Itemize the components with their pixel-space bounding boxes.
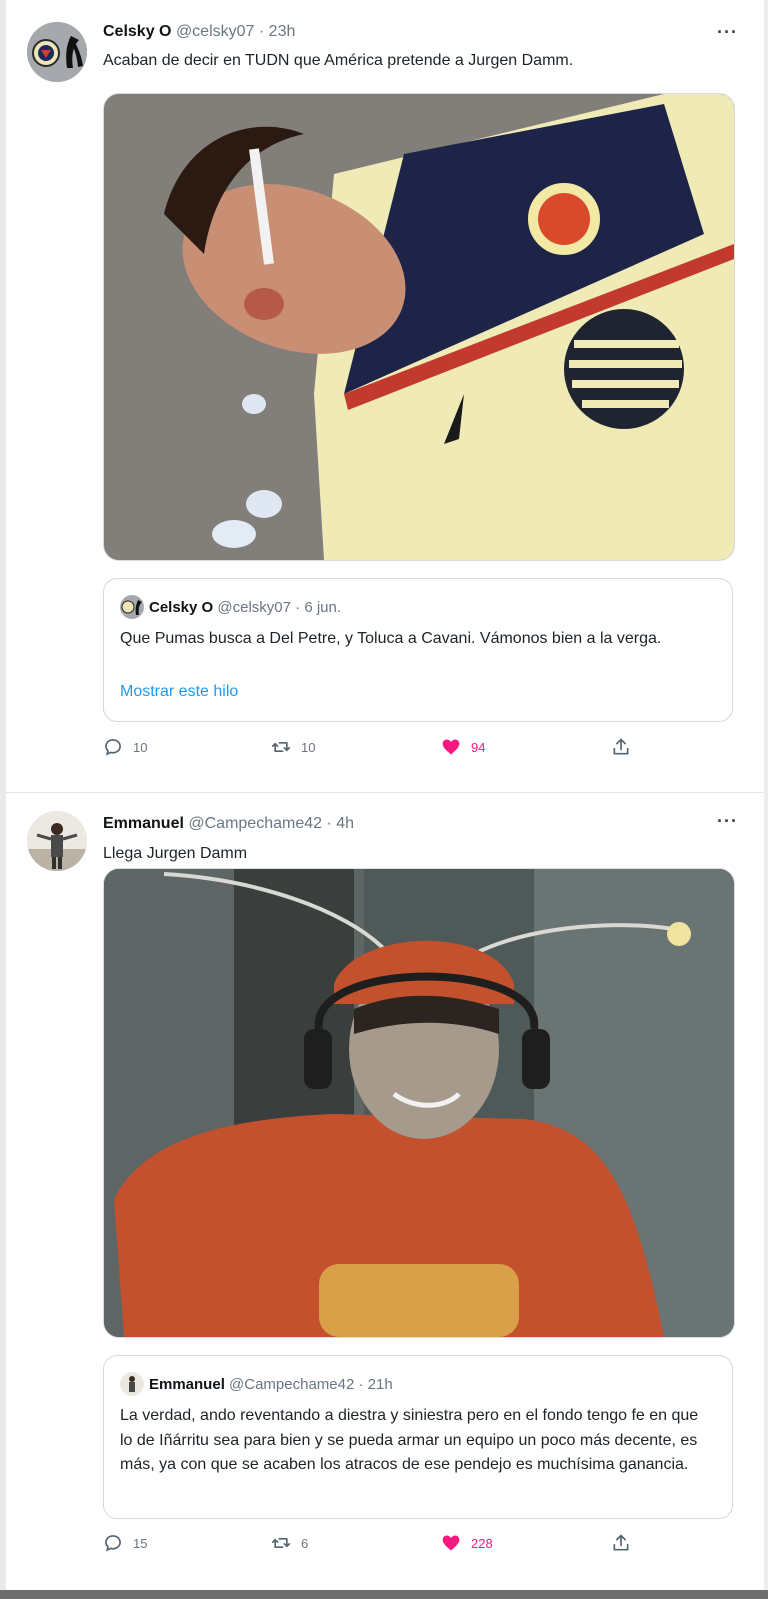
share-button[interactable] xyxy=(611,737,641,757)
reply-count: 10 xyxy=(133,739,148,755)
show-thread-link[interactable]: Mostrar este hilo xyxy=(120,683,238,701)
separator: · xyxy=(358,1375,364,1393)
like-button[interactable]: 94 xyxy=(441,737,485,757)
person-avatar-icon xyxy=(120,1372,144,1396)
tweet-actions: 10 10 94 xyxy=(103,737,663,763)
retweet-button[interactable]: 10 xyxy=(271,737,315,757)
heart-icon xyxy=(442,739,460,755)
avatar xyxy=(120,595,144,619)
heart-icon xyxy=(442,1535,460,1551)
display-name: Emmanuel xyxy=(149,1375,225,1393)
timestamp[interactable]: 23h xyxy=(269,23,296,40)
tweet-photo-image xyxy=(104,94,734,560)
more-options-button[interactable]: ··· xyxy=(717,811,738,832)
tweet-header: Emmanuel @Campechame42 · 4h xyxy=(103,815,354,833)
more-options-button[interactable]: ··· xyxy=(717,22,738,43)
tweet-text: Llega Jurgen Damm xyxy=(103,845,248,862)
avatar xyxy=(120,1372,144,1396)
tweet-actions: 15 6 228 xyxy=(103,1533,663,1559)
reply-icon xyxy=(105,739,121,756)
quoted-tweet[interactable]: Celsky O @celsky07 · 6 jun. Que Pumas bu… xyxy=(103,578,733,722)
display-name: Celsky O xyxy=(149,598,214,616)
display-name[interactable]: Celsky O xyxy=(103,23,171,40)
tweet-header: Celsky O @celsky07 · 23h xyxy=(103,23,295,41)
like-button[interactable]: 228 xyxy=(441,1533,493,1553)
tweet-photo-image xyxy=(104,869,734,1337)
timestamp[interactable]: 4h xyxy=(336,815,354,832)
share-icon xyxy=(613,738,629,755)
user-handle[interactable]: @Campechame42 xyxy=(188,815,322,832)
tweet-text: Acaban de decir en TUDN que América pret… xyxy=(103,52,574,69)
retweet-count: 10 xyxy=(301,739,316,755)
reply-count: 15 xyxy=(133,1535,148,1551)
user-handle: @celsky07 xyxy=(217,598,291,616)
like-count: 228 xyxy=(471,1535,493,1551)
club-america-crest-icon xyxy=(27,22,87,82)
display-name[interactable]: Emmanuel xyxy=(103,815,184,832)
quoted-tweet-text: Que Pumas busca a Del Petre, y Toluca a … xyxy=(120,630,662,647)
share-button[interactable] xyxy=(611,1533,641,1553)
timestamp: 6 jun. xyxy=(304,598,342,616)
separator: · xyxy=(326,815,332,832)
club-america-crest-icon xyxy=(120,595,144,619)
reply-icon xyxy=(105,1535,121,1552)
quoted-tweet-header: Emmanuel @Campechame42 · 21h xyxy=(120,1372,393,1396)
share-icon xyxy=(613,1534,629,1551)
timestamp: 21h xyxy=(367,1375,393,1393)
reply-button[interactable]: 10 xyxy=(103,737,147,757)
avatar[interactable] xyxy=(27,22,87,82)
separator: · xyxy=(295,598,301,616)
window-frame-right xyxy=(764,0,768,1599)
retweet-icon xyxy=(271,1538,291,1548)
separator: · xyxy=(258,23,265,40)
retweet-button[interactable]: 6 xyxy=(271,1533,308,1553)
tweet-media-photo[interactable] xyxy=(103,93,735,561)
retweet-count: 6 xyxy=(301,1535,309,1551)
person-avatar-icon xyxy=(27,811,87,871)
tweet[interactable]: Emmanuel @Campechame42 · 4h ··· Llega Ju… xyxy=(6,793,764,1590)
user-handle[interactable]: @celsky07 xyxy=(176,23,255,40)
tweet-media-photo[interactable] xyxy=(103,868,735,1338)
user-handle: @Campechame42 xyxy=(229,1375,355,1393)
reply-button[interactable]: 15 xyxy=(103,1533,147,1553)
like-count: 94 xyxy=(471,739,486,755)
quoted-tweet-text: La verdad, ando reventando a diestra y s… xyxy=(120,1407,699,1473)
tweet[interactable]: Celsky O @celsky07 · 23h ··· Acaban de d… xyxy=(6,0,764,793)
quoted-tweet-header: Celsky O @celsky07 · 6 jun. xyxy=(120,595,341,619)
quoted-tweet[interactable]: Emmanuel @Campechame42 · 21h La verdad, … xyxy=(103,1355,733,1519)
window-bottom-bar xyxy=(0,1590,768,1599)
retweet-icon xyxy=(271,742,291,752)
avatar[interactable] xyxy=(27,811,87,871)
